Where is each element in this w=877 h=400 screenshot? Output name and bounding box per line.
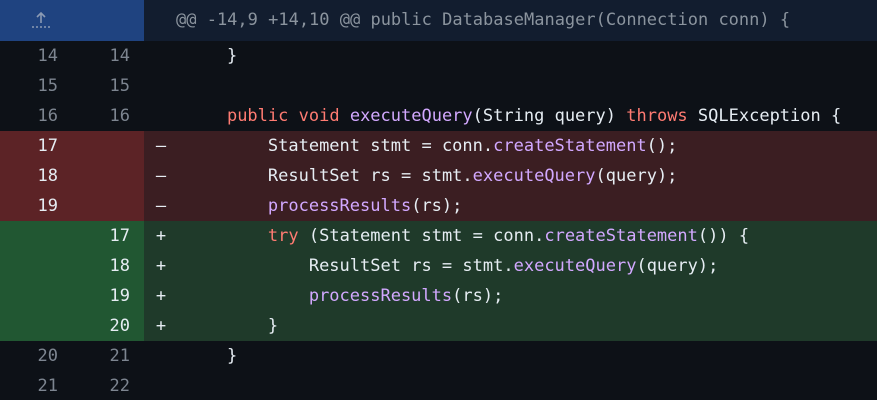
function-token: executeQuery	[472, 166, 596, 186]
addition-marker: +	[144, 281, 178, 311]
diff-line-context: 21 22	[0, 371, 877, 400]
code-line: processResults(rs);	[178, 191, 877, 221]
context-marker	[144, 71, 178, 101]
context-marker	[144, 101, 178, 131]
new-line-number[interactable]	[72, 131, 144, 161]
addition-marker: +	[144, 221, 178, 251]
code-line: ResultSet rs = stmt.executeQuery(query);	[178, 161, 877, 191]
function-token: processResults	[308, 286, 453, 306]
new-line-number[interactable]: 21	[72, 341, 144, 371]
addition-marker: +	[144, 311, 178, 341]
code-line: ResultSet rs = stmt.executeQuery(query);	[178, 251, 877, 281]
new-line-number[interactable]: 16	[72, 101, 144, 131]
new-line-number[interactable]: 14	[72, 41, 144, 71]
context-marker	[144, 371, 178, 400]
old-line-number[interactable]: 19	[0, 191, 72, 221]
context-marker	[144, 41, 178, 71]
diff-line-context: 15 15	[0, 71, 877, 101]
addition-marker: +	[144, 251, 178, 281]
hunk-header-text: @@ -14,9 +14,10 @@ public DatabaseManage…	[144, 0, 877, 41]
function-token: executeQuery	[513, 256, 637, 276]
diff-line-add: 20 + }	[0, 311, 877, 341]
function-token: processResults	[267, 196, 412, 216]
old-line-number[interactable]: 18	[0, 161, 72, 191]
code-line: public void executeQuery(String query) t…	[226, 106, 842, 126]
keyword-token: try	[267, 226, 299, 246]
diff-line-context: 14 14 }	[0, 41, 877, 71]
function-token: createStatement	[493, 136, 647, 156]
old-line-number[interactable]: 16	[0, 101, 72, 131]
context-marker	[144, 341, 178, 371]
code-line: }	[178, 311, 877, 341]
new-line-number[interactable]: 17	[72, 221, 144, 251]
keyword-token: throws	[626, 106, 688, 126]
old-line-number[interactable]	[0, 281, 72, 311]
old-line-number[interactable]: 15	[0, 71, 72, 101]
diff-line-add: 17 + try (Statement stmt = conn.createSta…	[0, 221, 877, 251]
function-token: createStatement	[544, 226, 698, 246]
new-line-number[interactable]: 20	[72, 311, 144, 341]
old-line-number[interactable]	[0, 221, 72, 251]
new-line-number[interactable]: 18	[72, 251, 144, 281]
old-line-number[interactable]: 17	[0, 131, 72, 161]
keyword-token: void	[298, 106, 340, 126]
code-line: try (Statement stmt = conn.createStateme…	[178, 221, 877, 251]
diff-view: @@ -14,9 +14,10 @@ public DatabaseManage…	[0, 0, 877, 400]
old-line-number[interactable]: 14	[0, 41, 72, 71]
new-line-number[interactable]: 22	[72, 371, 144, 400]
new-line-number[interactable]	[72, 191, 144, 221]
new-line-number[interactable]: 19	[72, 281, 144, 311]
keyword-token: public	[226, 106, 289, 126]
diff-line-del: 18 – ResultSet rs = stmt.executeQuery(que…	[0, 161, 877, 191]
function-token: executeQuery	[349, 106, 473, 126]
code-line: Statement stmt = conn.createStatement();	[178, 131, 877, 161]
deletion-marker: –	[144, 191, 178, 221]
diff-line-add: 19 + processResults(rs);	[0, 281, 877, 311]
hunk-header: @@ -14,9 +14,10 @@ public DatabaseManage…	[0, 0, 877, 41]
diff-line-add: 18 + ResultSet rs = stmt.executeQuery(que…	[0, 251, 877, 281]
diff-line-del: 17 – Statement stmt = conn.createStatemen…	[0, 131, 877, 161]
diff-line-del: 19 – processResults(rs);	[0, 191, 877, 221]
code-line: }	[186, 46, 238, 66]
old-line-number[interactable]: 20	[0, 341, 72, 371]
code-line: processResults(rs);	[178, 281, 877, 311]
new-line-number[interactable]	[72, 161, 144, 191]
diff-line-context: 16 16 public void executeQuery(String que…	[0, 101, 877, 131]
old-line-number[interactable]	[0, 311, 72, 341]
old-line-number[interactable]: 21	[0, 371, 72, 400]
new-line-number[interactable]: 15	[72, 71, 144, 101]
code-line: }	[186, 346, 238, 366]
diff-lines: 14 14 } 15 15 16 16 public void executeQuery(…	[0, 41, 877, 400]
deletion-marker: –	[144, 161, 178, 191]
diff-line-context: 20 21 }	[0, 341, 877, 371]
deletion-marker: –	[144, 131, 178, 161]
expand-up-button[interactable]	[0, 0, 144, 41]
old-line-number[interactable]	[0, 251, 72, 281]
